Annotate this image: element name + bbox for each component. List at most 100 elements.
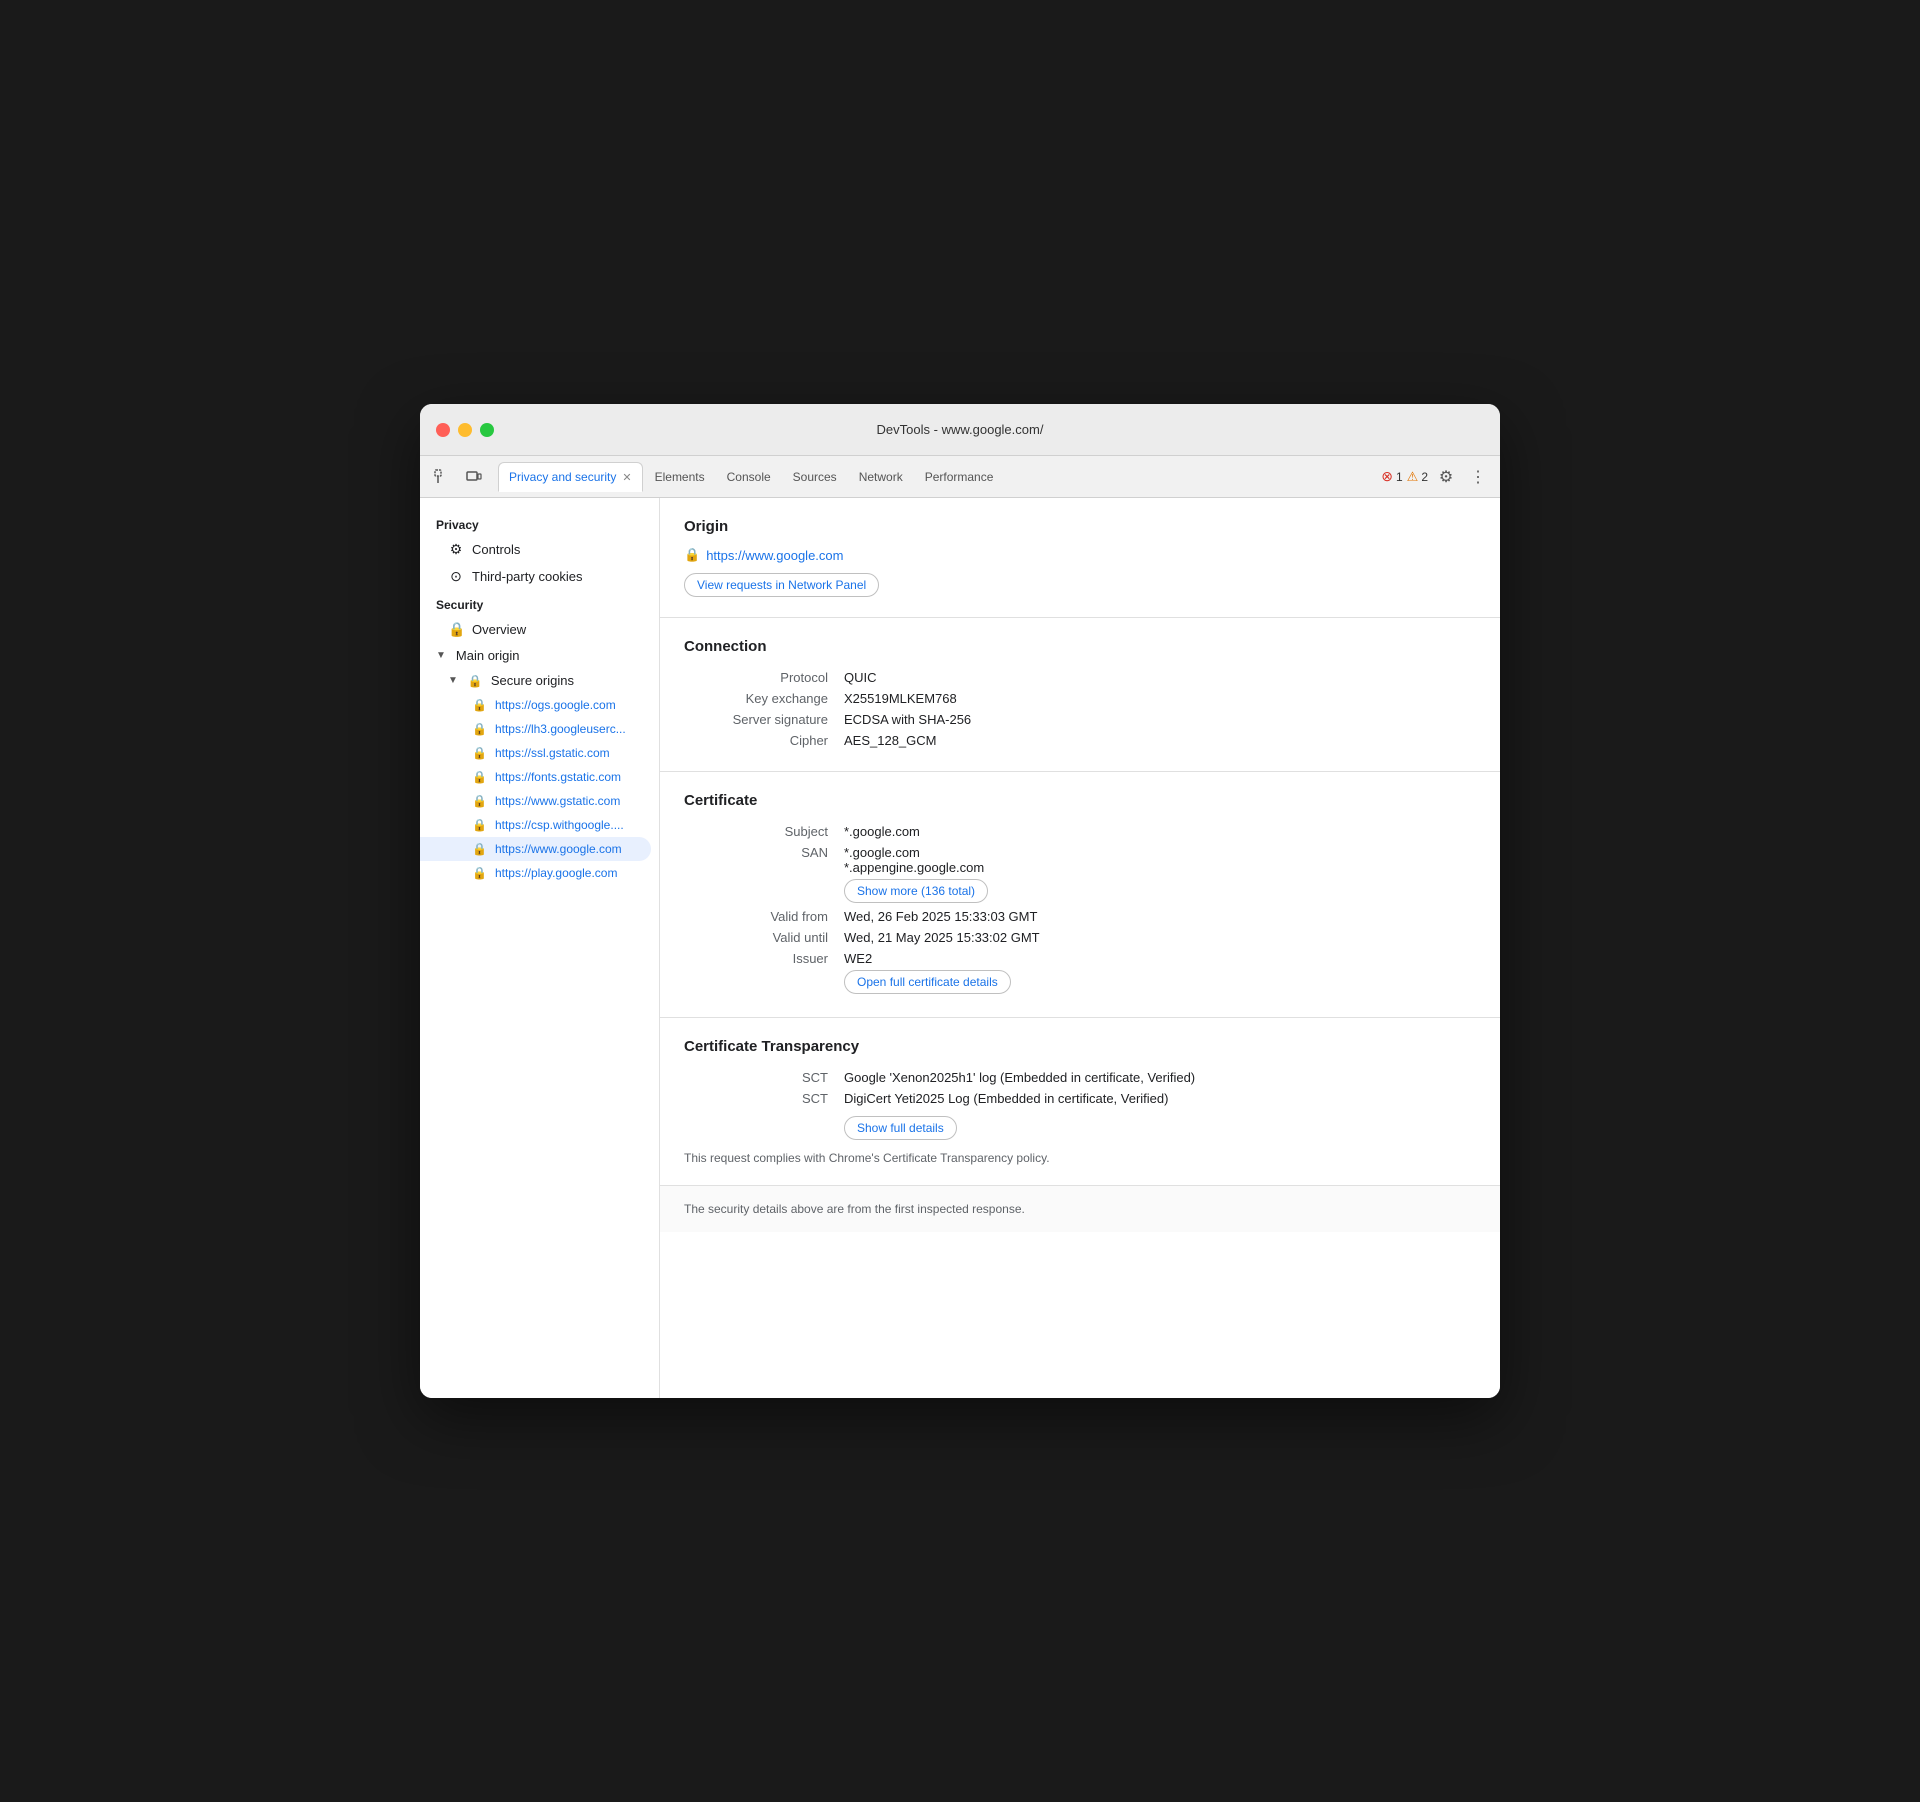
tab-close-icon[interactable]: ✕	[622, 471, 631, 484]
inspect-element-icon[interactable]	[428, 463, 456, 491]
sidebar-origin-0[interactable]: 🔒 https://ogs.google.com	[420, 693, 651, 717]
lock-icon: 🔒	[448, 621, 464, 638]
subject-label: Subject	[684, 821, 844, 842]
origin-url-0: https://ogs.google.com	[495, 698, 616, 712]
controls-icon: ⚙	[448, 541, 464, 558]
origin-url-3: https://fonts.gstatic.com	[495, 770, 621, 784]
tab-privacy-security[interactable]: Privacy and security ✕	[498, 462, 643, 492]
tabbar-icons	[428, 463, 488, 491]
connection-section-title: Connection	[684, 638, 1476, 655]
tab-sources-label: Sources	[793, 470, 837, 484]
table-row: Subject *.google.com	[684, 821, 1476, 842]
close-button[interactable]	[436, 423, 450, 437]
tab-console[interactable]: Console	[717, 462, 781, 492]
sidebar-origin-6[interactable]: 🔒 https://www.google.com	[420, 837, 651, 861]
main-layout: Privacy ⚙ Controls ⊙ Third-party cookies…	[420, 498, 1500, 1398]
san-value-1: *.google.com *.appengine.google.com Show…	[844, 842, 1476, 906]
table-row: SCT Google 'Xenon2025h1' log (Embedded i…	[684, 1067, 1476, 1088]
tab-elements[interactable]: Elements	[645, 462, 715, 492]
sidebar-origin-4[interactable]: 🔒 https://www.gstatic.com	[420, 789, 651, 813]
tab-privacy-security-label: Privacy and security	[509, 470, 616, 484]
open-cert-button[interactable]: Open full certificate details	[844, 970, 1011, 994]
sidebar-origin-1[interactable]: 🔒 https://lh3.googleuserc...	[420, 717, 651, 741]
sidebar-overview-label: Overview	[472, 622, 526, 637]
valid-until-label: Valid until	[684, 927, 844, 948]
origin-url-display: https://www.google.com	[706, 548, 843, 563]
sidebar-origin-7[interactable]: 🔒 https://play.google.com	[420, 861, 651, 885]
origin-lock-icon-2: 🔒	[472, 746, 487, 760]
valid-from-value: Wed, 26 Feb 2025 15:33:03 GMT	[844, 906, 1476, 927]
tab-performance-label: Performance	[925, 470, 994, 484]
sidebar-origin-2[interactable]: 🔒 https://ssl.gstatic.com	[420, 741, 651, 765]
footer-note: The security details above are from the …	[660, 1186, 1500, 1232]
origin-lock-icon-0: 🔒	[472, 698, 487, 712]
error-count: 1	[1396, 470, 1403, 484]
valid-from-label: Valid from	[684, 906, 844, 927]
transparency-section-title: Certificate Transparency	[684, 1038, 1476, 1055]
key-exchange-value: X25519MLKEM768	[844, 688, 1476, 709]
error-badge: ⊗ 1	[1381, 468, 1402, 485]
secure-origins-lock-icon: 🔒	[468, 674, 483, 688]
table-row: SCT DigiCert Yeti2025 Log (Embedded in c…	[684, 1088, 1476, 1109]
sidebar-origin-5[interactable]: 🔒 https://csp.withgoogle....	[420, 813, 651, 837]
sidebar-item-controls[interactable]: ⚙ Controls	[420, 536, 651, 563]
sidebar-secure-origins-label: Secure origins	[491, 673, 574, 688]
view-requests-button[interactable]: View requests in Network Panel	[684, 573, 879, 597]
origin-url-1: https://lh3.googleuserc...	[495, 722, 626, 736]
sct1-label: SCT	[684, 1067, 844, 1088]
error-icon: ⊗	[1381, 468, 1393, 485]
origin-url-6: https://www.google.com	[495, 842, 622, 856]
sidebar: Privacy ⚙ Controls ⊙ Third-party cookies…	[420, 498, 660, 1398]
origin-section-title: Origin	[684, 518, 1476, 535]
device-toolbar-icon[interactable]	[460, 463, 488, 491]
sct1-value: Google 'Xenon2025h1' log (Embedded in ce…	[844, 1067, 1476, 1088]
origin-section: Origin 🔒 https://www.google.com View req…	[660, 498, 1500, 618]
tab-performance[interactable]: Performance	[915, 462, 1004, 492]
settings-icon[interactable]: ⚙	[1432, 463, 1460, 491]
connection-section: Connection Protocol QUIC Key exchange X2…	[660, 618, 1500, 772]
sidebar-main-origin-label: Main origin	[456, 648, 520, 663]
more-options-icon[interactable]: ⋮	[1464, 463, 1492, 491]
tab-sources[interactable]: Sources	[783, 462, 847, 492]
show-full-details-button[interactable]: Show full details	[844, 1116, 957, 1140]
origin-lock-icon-6: 🔒	[472, 842, 487, 856]
origin-url-4: https://www.gstatic.com	[495, 794, 620, 808]
origin-url-row: 🔒 https://www.google.com	[684, 547, 1476, 563]
san-label: SAN	[684, 842, 844, 906]
subject-value: *.google.com	[844, 821, 1476, 842]
compliance-text: This request complies with Chrome's Cert…	[684, 1151, 1476, 1165]
cipher-value: AES_128_GCM	[844, 730, 1476, 751]
show-more-button[interactable]: Show more (136 total)	[844, 879, 988, 903]
tab-network[interactable]: Network	[849, 462, 913, 492]
sidebar-item-third-party-cookies[interactable]: ⊙ Third-party cookies	[420, 563, 651, 590]
sidebar-third-party-label: Third-party cookies	[472, 569, 583, 584]
table-row: Issuer WE2 Open full certificate details	[684, 948, 1476, 997]
sidebar-item-overview[interactable]: 🔒 Overview	[420, 616, 651, 643]
issuer-value-text: WE2	[844, 951, 1476, 966]
sidebar-origin-3[interactable]: 🔒 https://fonts.gstatic.com	[420, 765, 651, 789]
server-signature-value: ECDSA with SHA-256	[844, 709, 1476, 730]
protocol-label: Protocol	[684, 667, 844, 688]
cookie-icon: ⊙	[448, 568, 464, 585]
transparency-table: SCT Google 'Xenon2025h1' log (Embedded i…	[684, 1067, 1476, 1143]
table-row: Valid until Wed, 21 May 2025 15:33:02 GM…	[684, 927, 1476, 948]
origin-url-7: https://play.google.com	[495, 866, 618, 880]
sct2-value: DigiCert Yeti2025 Log (Embedded in certi…	[844, 1088, 1476, 1109]
tabbar: Privacy and security ✕ Elements Console …	[420, 456, 1500, 498]
origin-lock-icon-7: 🔒	[472, 866, 487, 880]
maximize-button[interactable]	[480, 423, 494, 437]
minimize-button[interactable]	[458, 423, 472, 437]
tab-elements-label: Elements	[655, 470, 705, 484]
certificate-table: Subject *.google.com SAN *.google.com *.…	[684, 821, 1476, 997]
table-row: Key exchange X25519MLKEM768	[684, 688, 1476, 709]
sct2-label: SCT	[684, 1088, 844, 1109]
sidebar-item-secure-origins[interactable]: ▼ 🔒 Secure origins	[420, 668, 651, 693]
origin-url-5: https://csp.withgoogle....	[495, 818, 624, 832]
origin-lock-icon-3: 🔒	[472, 770, 487, 784]
protocol-value: QUIC	[844, 667, 1476, 688]
table-row: SAN *.google.com *.appengine.google.com …	[684, 842, 1476, 906]
titlebar: DevTools - www.google.com/	[420, 404, 1500, 456]
sidebar-item-main-origin[interactable]: ▼ Main origin	[420, 643, 651, 668]
footer-note-text: The security details above are from the …	[684, 1202, 1025, 1216]
key-exchange-label: Key exchange	[684, 688, 844, 709]
